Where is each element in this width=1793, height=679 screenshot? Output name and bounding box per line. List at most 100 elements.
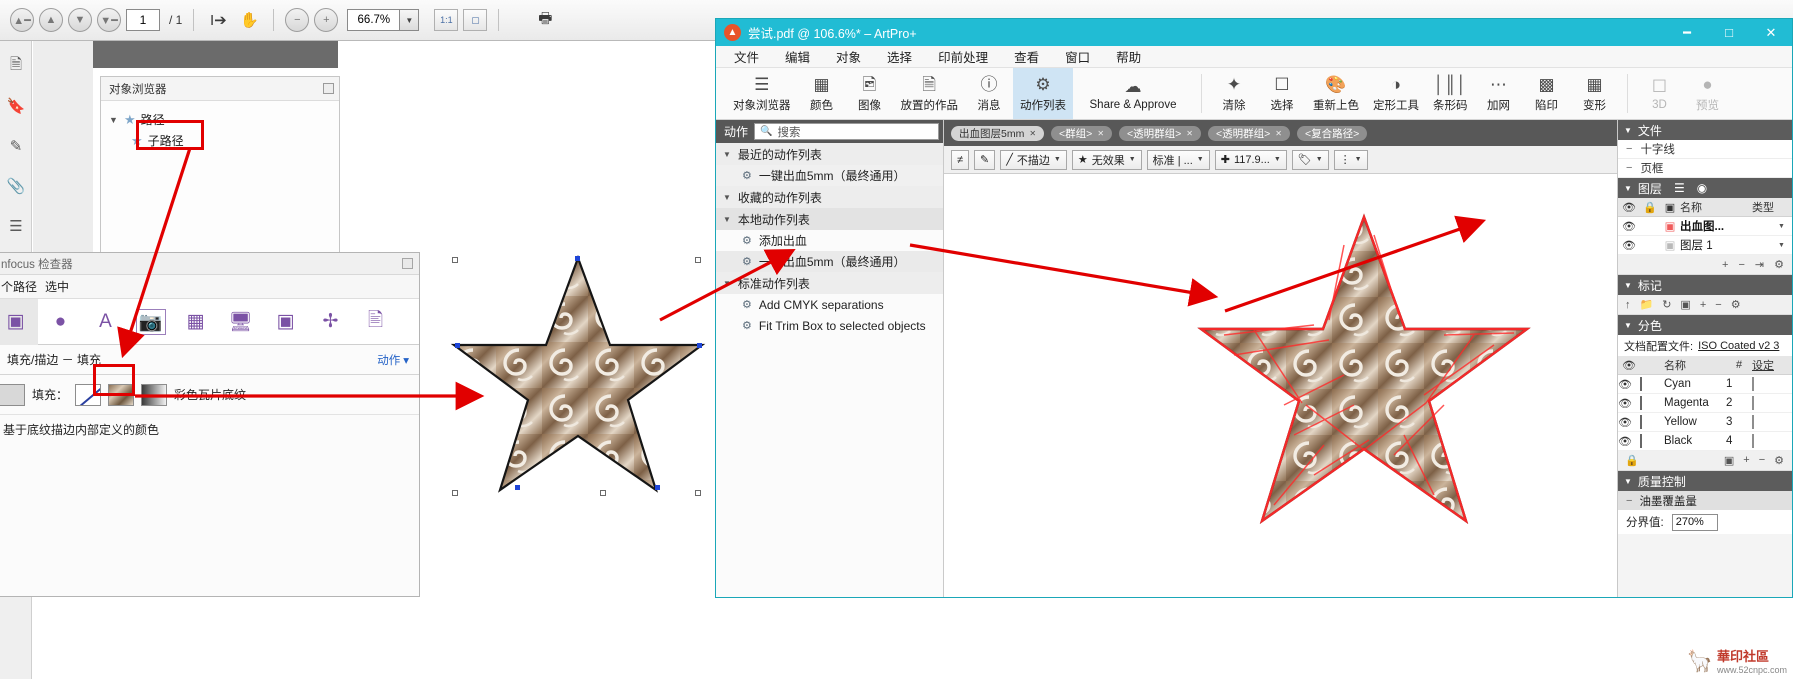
separation-setting-checkbox[interactable] — [1752, 415, 1754, 429]
folder-icon[interactable]: 📁 — [1640, 298, 1654, 311]
chevron-down-icon[interactable]: ▼ — [399, 9, 420, 31]
table-row[interactable]: 👁 Cyan 1 — [1618, 375, 1792, 394]
context-pill-group[interactable]: <群组> ✕ — [1051, 125, 1113, 141]
table-row[interactable]: 👁 Black 4 — [1618, 432, 1792, 451]
fit-page-icon[interactable]: ▢ — [463, 9, 488, 31]
star-artwork-artpro[interactable] — [1194, 205, 1539, 535]
close-icon[interactable]: ✕ — [1029, 129, 1036, 138]
chevron-down-icon[interactable]: ▼ — [109, 115, 119, 125]
chevron-down-icon[interactable]: ▼ — [1355, 156, 1362, 163]
actual-size-icon[interactable]: 1:1 — [434, 9, 459, 31]
close-icon[interactable]: ✕ — [1275, 129, 1282, 138]
path-anchor[interactable] — [575, 256, 580, 261]
circle-icon[interactable]: ◉ — [1697, 181, 1707, 195]
ribbon-action-list[interactable]: ⚙ 动作列表 — [1013, 68, 1073, 119]
document-icon[interactable]: 🖹 — [353, 299, 398, 345]
path-anchor[interactable] — [455, 343, 460, 348]
action-group-favorites[interactable]: ▼ 收藏的动作列表 — [716, 186, 943, 208]
ribbon-3d[interactable]: ☐ 3D — [1636, 68, 1684, 119]
layers-panel-header[interactable]: ▼ 图层 ☰ ◉ — [1618, 178, 1792, 198]
table-row[interactable]: 👁 ▣ 图层 1 ▼ — [1618, 236, 1792, 255]
position-icon[interactable]: ✢ — [308, 299, 353, 345]
minimize-icon[interactable]: ━ — [1666, 19, 1708, 46]
menu-item-view[interactable]: 查看 — [1014, 47, 1039, 66]
ribbon-shape-tool[interactable]: ◑ 定形工具 — [1366, 68, 1426, 119]
gradient-swatch[interactable] — [141, 383, 168, 406]
chevron-down-icon[interactable]: ▼ — [1197, 156, 1204, 163]
path-anchor[interactable] — [697, 343, 702, 348]
screen-dots-selector[interactable]: ⋮ ▼ — [1333, 149, 1368, 170]
close-icon[interactable]: ✕ — [1186, 129, 1193, 138]
ribbon-barcode[interactable]: │║│ 条形码 — [1426, 68, 1475, 119]
infocus-actions-menu[interactable]: 动作 ▾ — [377, 352, 409, 368]
plus-icon[interactable]: + — [1700, 299, 1706, 311]
ribbon-select[interactable]: ☐ 选择 — [1258, 68, 1306, 119]
ribbon-placed-art[interactable]: 🗎 放置的作品 — [894, 68, 966, 119]
file-panel-header[interactable]: ▼ 文件 — [1618, 120, 1792, 140]
first-page-icon[interactable]: ▲━ — [10, 8, 34, 32]
gear-icon[interactable]: ⚙ — [1774, 454, 1784, 467]
ribbon-recolor[interactable]: 🎨 重新上色 — [1306, 68, 1366, 119]
gear-icon[interactable]: ⚙ — [1774, 258, 1784, 271]
ribbon-share-approve[interactable]: ☁ Share & Approve — [1073, 68, 1193, 119]
quality-panel-header[interactable]: ▼ 质量控制 — [1618, 471, 1792, 491]
selection-handle[interactable] — [452, 257, 458, 263]
merge-icon[interactable]: ▣ — [1724, 454, 1734, 467]
artpro-canvas[interactable]: 出血图层5mm ✕ <群组> ✕ <透明群组> ✕ <透明群组> ✕ <复合路径… — [944, 120, 1617, 597]
text-select-icon[interactable]: I➔ — [205, 8, 231, 32]
menu-item-prepress[interactable]: 印前处理 — [938, 47, 988, 66]
bookmarks-icon[interactable]: 🔖 — [0, 86, 32, 126]
print-icon[interactable]: 🖶 — [532, 8, 558, 32]
profile-value[interactable]: ISO Coated v2 3 — [1698, 340, 1779, 352]
ink-coverage-row[interactable]: − 油墨覆盖量 — [1618, 491, 1792, 510]
color-icon[interactable]: ▣ — [263, 299, 308, 345]
list-view-icon[interactable]: ☰ — [1674, 181, 1685, 195]
path-anchor[interactable] — [515, 485, 520, 490]
chevron-down-icon[interactable]: ▾ — [403, 353, 409, 367]
close-icon[interactable] — [402, 258, 413, 269]
action-item[interactable]: ⚙ 添加出血 — [716, 230, 943, 251]
lock-icon[interactable]: 🔒 — [1625, 454, 1639, 467]
menu-item-help[interactable]: 帮助 — [1116, 47, 1141, 66]
eye-icon[interactable]: 👁 — [1618, 239, 1640, 252]
ribbon-object-browser[interactable]: ☰ 对象浏览器 — [726, 68, 798, 119]
menu-item-file[interactable]: 文件 — [734, 47, 759, 66]
chevron-down-icon[interactable]: ▼ — [1054, 156, 1061, 163]
menu-item-object[interactable]: 对象 — [836, 47, 861, 66]
ribbon-color[interactable]: ▦ 颜色 — [798, 68, 846, 119]
next-page-icon[interactable]: ▼ — [68, 8, 92, 32]
ribbon-screening[interactable]: ⋯ 加网 — [1475, 68, 1523, 119]
chevron-down-icon[interactable]: ▼ — [1778, 242, 1792, 249]
position-field[interactable]: ✚ 117.9... ▼ — [1214, 149, 1287, 170]
star-artwork-pdf[interactable] — [450, 250, 710, 500]
eye-icon[interactable]: 👁 — [1618, 435, 1640, 448]
add-layer-icon[interactable]: + — [1722, 259, 1728, 271]
eye-icon[interactable]: 👁 — [1618, 397, 1640, 410]
signature-icon[interactable]: ✎ — [0, 126, 32, 166]
selection-handle[interactable] — [452, 490, 458, 496]
maximize-icon[interactable]: □ — [1708, 19, 1750, 46]
remove-layer-icon[interactable]: − — [1738, 259, 1744, 271]
align-icon[interactable]: ≠ — [951, 149, 970, 170]
ribbon-messages[interactable]: ⓘ 消息 — [965, 68, 1013, 119]
eye-icon[interactable]: 👁 — [1618, 220, 1640, 233]
threshold-input[interactable] — [1671, 513, 1718, 531]
transparency-icon[interactable]: ▦ — [173, 299, 218, 345]
ribbon-trapping[interactable]: ▩ 陷印 — [1523, 68, 1571, 119]
chevron-down-icon[interactable]: ▼ — [1778, 223, 1792, 230]
file-row-crossmarks[interactable]: − 十字线 — [1618, 140, 1792, 159]
path-anchor[interactable] — [655, 485, 660, 490]
separation-setting-checkbox[interactable] — [1752, 396, 1754, 410]
effect-selector[interactable]: ★ 无效果 ▼ — [1071, 149, 1142, 170]
object-icon[interactable]: ▣ — [0, 298, 38, 345]
hand-tool-icon[interactable]: ✋ — [236, 8, 262, 32]
screen-icon[interactable]: 🖥 — [218, 299, 263, 345]
close-icon[interactable]: ✕ — [1097, 129, 1104, 138]
image-icon[interactable]: 📷 — [128, 299, 173, 345]
tag-selector[interactable]: 🏷 ▼ — [1291, 149, 1329, 170]
minus-icon[interactable]: − — [1759, 454, 1765, 467]
close-icon[interactable]: ✕ — [1750, 19, 1792, 46]
close-icon[interactable] — [323, 83, 334, 94]
ribbon-preview[interactable]: ● 预览 — [1684, 68, 1732, 119]
layers-icon[interactable]: ☰ — [0, 206, 32, 246]
